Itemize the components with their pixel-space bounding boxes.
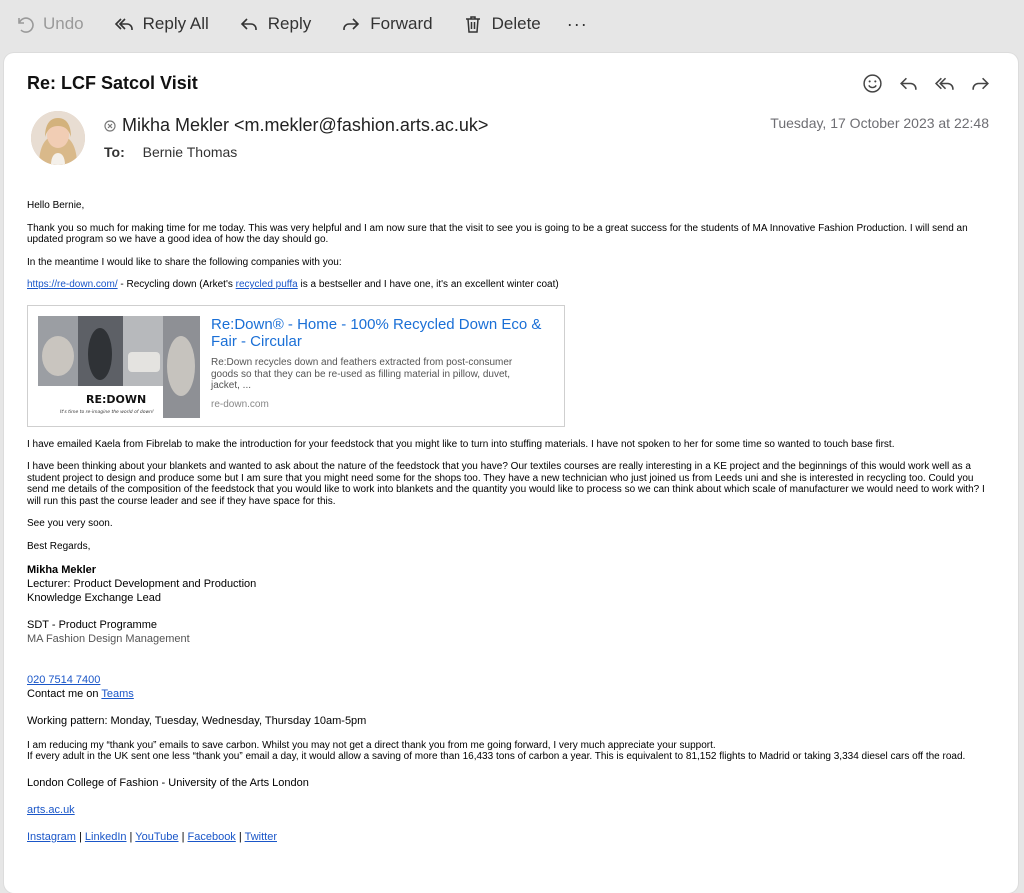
- phone-link[interactable]: 020 7514 7400: [27, 674, 100, 686]
- undo-button[interactable]: Undo: [14, 14, 84, 34]
- message-actions: [848, 71, 992, 95]
- recipient-row: To: Bernie Thomas: [104, 144, 237, 160]
- to-label: To:: [104, 144, 125, 160]
- mail-toolbar: Undo Reply All Reply Forward Delete ···: [0, 0, 1024, 48]
- forward-button[interactable]: Forward: [341, 14, 433, 34]
- link-preview-domain: re-down.com: [211, 399, 269, 410]
- forward-icon-button[interactable]: [968, 71, 992, 95]
- message-viewer: Re: LCF Satcol Visit Mikha Mekler <m.mek…: [4, 53, 1018, 893]
- reply-icon: [240, 18, 257, 30]
- paragraph: Thank you so much for making time for me…: [27, 222, 968, 246]
- social-links: Instagram | LinkedIn | YouTube | Faceboo…: [27, 830, 987, 844]
- sender-address[interactable]: Mikha Mekler <m.mekler@fashion.arts.ac.u…: [122, 115, 488, 136]
- text: is a bestseller and I have one, it's an …: [297, 279, 559, 290]
- link-preview-description: Re:Down recycles down and feathers extra…: [211, 357, 513, 391]
- message-subject: Re: LCF Satcol Visit: [27, 73, 198, 93]
- paragraph: Best Regards,: [27, 540, 91, 552]
- signature-title: Lecturer: Product Development and Produc…: [27, 577, 257, 590]
- facebook-link[interactable]: Facebook: [188, 831, 236, 843]
- signature-programme: SDT - Product Programme: [27, 618, 158, 631]
- signature-role: Knowledge Exchange Lead: [27, 591, 161, 604]
- message-body: Hello Bernie, Thank you so much for maki…: [27, 200, 987, 844]
- logo-tagline: It's time to re-imagine the world of dow…: [60, 409, 154, 415]
- text: Contact me on: [27, 687, 102, 700]
- carbon-line: If every adult in the UK sent one less “…: [27, 751, 966, 762]
- paragraph: I have emailed Kaela from Fibrelab to ma…: [27, 438, 895, 450]
- smiley-icon: [862, 73, 882, 93]
- recycled-puffa-link[interactable]: recycled puffa: [236, 279, 298, 290]
- delete-label: Delete: [491, 14, 541, 33]
- signature-course: MA Fashion Design Management: [27, 632, 190, 645]
- remove-sender-icon[interactable]: [104, 119, 116, 132]
- reply-all-button[interactable]: Reply All: [114, 14, 209, 34]
- reply-all-label: Reply All: [142, 14, 209, 33]
- paragraph: In the meantime I would like to share th…: [27, 256, 342, 268]
- more-actions-button[interactable]: ···: [567, 14, 588, 35]
- link-preview-image: RE:DOWN It's time to re-imagine the worl…: [38, 316, 200, 418]
- reply-icon: [899, 77, 917, 90]
- sender-row: Mikha Mekler <m.mekler@fashion.arts.ac.u…: [104, 115, 488, 136]
- carbon-note: I am reducing my “thank you” emails to s…: [27, 740, 987, 763]
- emoji-reaction-button[interactable]: [860, 71, 884, 95]
- logo-text: RE:DOWN: [86, 393, 146, 406]
- re-down-link[interactable]: https://re-down.com/: [27, 279, 118, 290]
- reply-all-icon: [934, 77, 954, 90]
- reply-all-icon: [114, 18, 133, 30]
- forward-icon: [971, 77, 989, 90]
- separator: |: [178, 830, 188, 843]
- college-name: London College of Fashion - University o…: [27, 776, 309, 789]
- paragraph: I have been thinking about your blankets…: [27, 461, 985, 507]
- link-preview-title[interactable]: Re:Down® - Home - 100% Recycled Down Eco…: [211, 316, 551, 350]
- website-link[interactable]: arts.ac.uk: [27, 804, 75, 816]
- reply-button[interactable]: Reply: [239, 14, 311, 34]
- message-date: Tuesday, 17 October 2023 at 22:48: [770, 115, 989, 131]
- signature-name: Mikha Mekler: [27, 564, 97, 576]
- paragraph: https://re-down.com/ - Recycling down (A…: [27, 279, 987, 291]
- sender-avatar: [31, 111, 85, 165]
- greeting: Hello Bernie,: [27, 200, 85, 211]
- separator: |: [235, 830, 245, 843]
- undo-label: Undo: [43, 14, 84, 33]
- paragraph: See you very soon.: [27, 518, 113, 529]
- carbon-line: I am reducing my “thank you” emails to s…: [27, 739, 716, 751]
- recipient-name[interactable]: Bernie Thomas: [143, 144, 238, 160]
- working-pattern: Working pattern: Monday, Tuesday, Wednes…: [27, 714, 367, 727]
- separator: |: [75, 830, 85, 843]
- forward-icon: [343, 18, 360, 30]
- contact-line: Contact me on Teams: [27, 687, 987, 701]
- twitter-link[interactable]: Twitter: [245, 831, 277, 843]
- reply-icon-button[interactable]: [896, 71, 920, 95]
- forward-label: Forward: [370, 14, 433, 33]
- teams-link[interactable]: Teams: [101, 688, 133, 700]
- reply-label: Reply: [267, 14, 312, 33]
- text: - Recycling down (Arket's: [117, 279, 236, 290]
- separator: |: [126, 830, 136, 843]
- trash-icon: [465, 16, 480, 33]
- delete-button[interactable]: Delete: [463, 14, 541, 34]
- link-preview-card[interactable]: RE:DOWN It's time to re-imagine the worl…: [27, 305, 565, 427]
- instagram-link[interactable]: Instagram: [27, 831, 76, 843]
- linkedin-link[interactable]: LinkedIn: [85, 831, 127, 843]
- undo-icon: [18, 17, 34, 33]
- reply-all-icon-button[interactable]: [932, 71, 956, 95]
- youtube-link[interactable]: YouTube: [135, 831, 178, 843]
- signature: Mikha Mekler Lecturer: Product Developme…: [27, 564, 987, 844]
